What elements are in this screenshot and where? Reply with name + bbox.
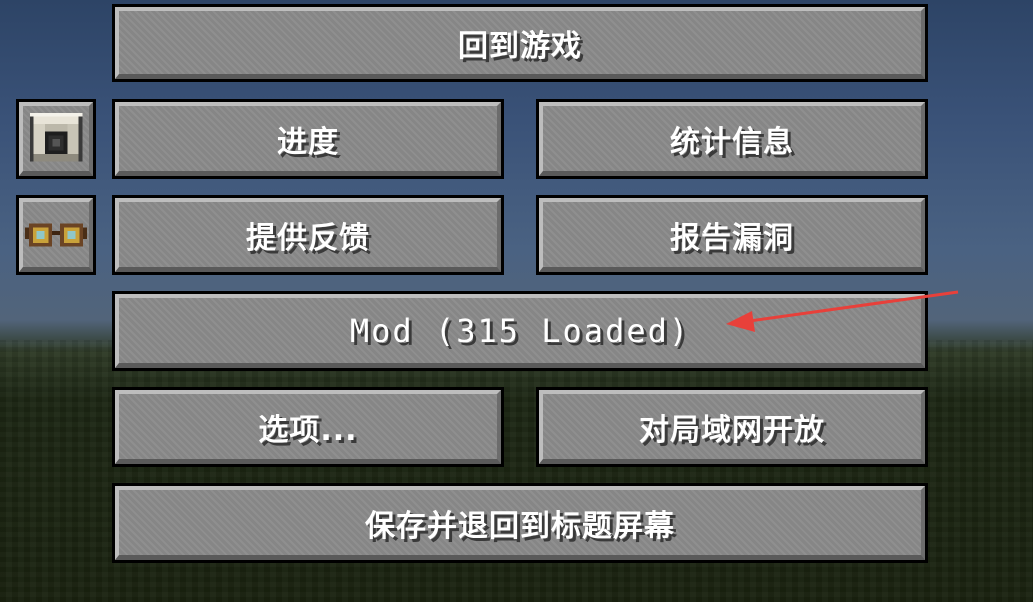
advancements-label: 进度 xyxy=(277,124,339,160)
give-feedback-button[interactable]: 提供反馈 xyxy=(112,195,504,275)
options-label: 选项... xyxy=(258,412,358,448)
statistics-label: 统计信息 xyxy=(670,124,794,160)
mods-label: Mod (315 Loaded) xyxy=(349,311,691,350)
report-bugs-label: 报告漏洞 xyxy=(670,220,794,256)
statistics-button[interactable]: 统计信息 xyxy=(536,99,928,179)
machine-block-icon-button[interactable] xyxy=(16,99,96,179)
open-to-lan-label: 对局域网开放 xyxy=(639,412,825,448)
goggles-icon-button[interactable] xyxy=(16,195,96,275)
give-feedback-label: 提供反馈 xyxy=(246,220,370,256)
save-and-quit-label: 保存并退回到标题屏幕 xyxy=(365,508,675,544)
back-to-game-label: 回到游戏 xyxy=(458,28,582,64)
machine-block-icon xyxy=(29,112,83,161)
back-to-game-button[interactable]: 回到游戏 xyxy=(112,4,928,82)
options-button[interactable]: 选项... xyxy=(112,387,504,467)
report-bugs-button[interactable]: 报告漏洞 xyxy=(536,195,928,275)
goggles-icon xyxy=(25,222,87,247)
advancements-button[interactable]: 进度 xyxy=(112,99,504,179)
save-and-quit-button[interactable]: 保存并退回到标题屏幕 xyxy=(112,483,928,563)
open-to-lan-button[interactable]: 对局域网开放 xyxy=(536,387,928,467)
mods-button[interactable]: Mod (315 Loaded) xyxy=(112,291,928,371)
